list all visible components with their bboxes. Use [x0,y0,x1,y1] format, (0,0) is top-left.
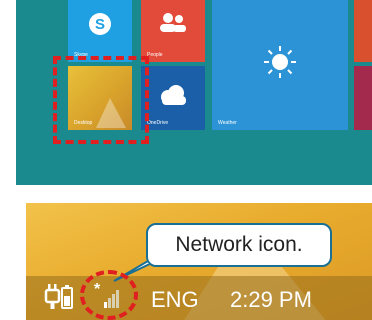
weather-tile-label: Weather [218,120,237,126]
skype-tile[interactable]: S Skype [68,0,132,62]
cloud-icon [161,85,186,105]
callout-text: Network icon. [175,233,303,256]
partial-tile-top[interactable] [354,0,372,62]
partial-tile-bottom[interactable] [354,66,372,130]
tutorial-figure: S Skype People Desktop OneDrive Weather … [0,0,372,320]
desktop-tile-highlight [53,56,149,144]
onedrive-tile-label: OneDrive [147,120,169,126]
weather-tile[interactable]: Weather [212,0,348,130]
clock[interactable]: 2:29 PM [230,288,312,312]
network-callout: Network icon. [146,223,332,267]
people-icon [160,13,186,32]
start-screen-panel: S Skype People Desktop OneDrive Weather [16,0,372,185]
people-tile[interactable]: People [141,0,205,62]
network-icon-highlight [80,270,138,320]
svg-text:S: S [95,16,105,33]
people-tile-label: People [147,52,163,58]
onedrive-tile[interactable]: OneDrive [141,66,205,130]
sun-icon [264,46,296,78]
language-indicator[interactable]: ENG [151,288,199,312]
taskbar [26,276,372,320]
power-plug-icon[interactable] [44,284,74,310]
skype-icon: S [89,13,111,35]
